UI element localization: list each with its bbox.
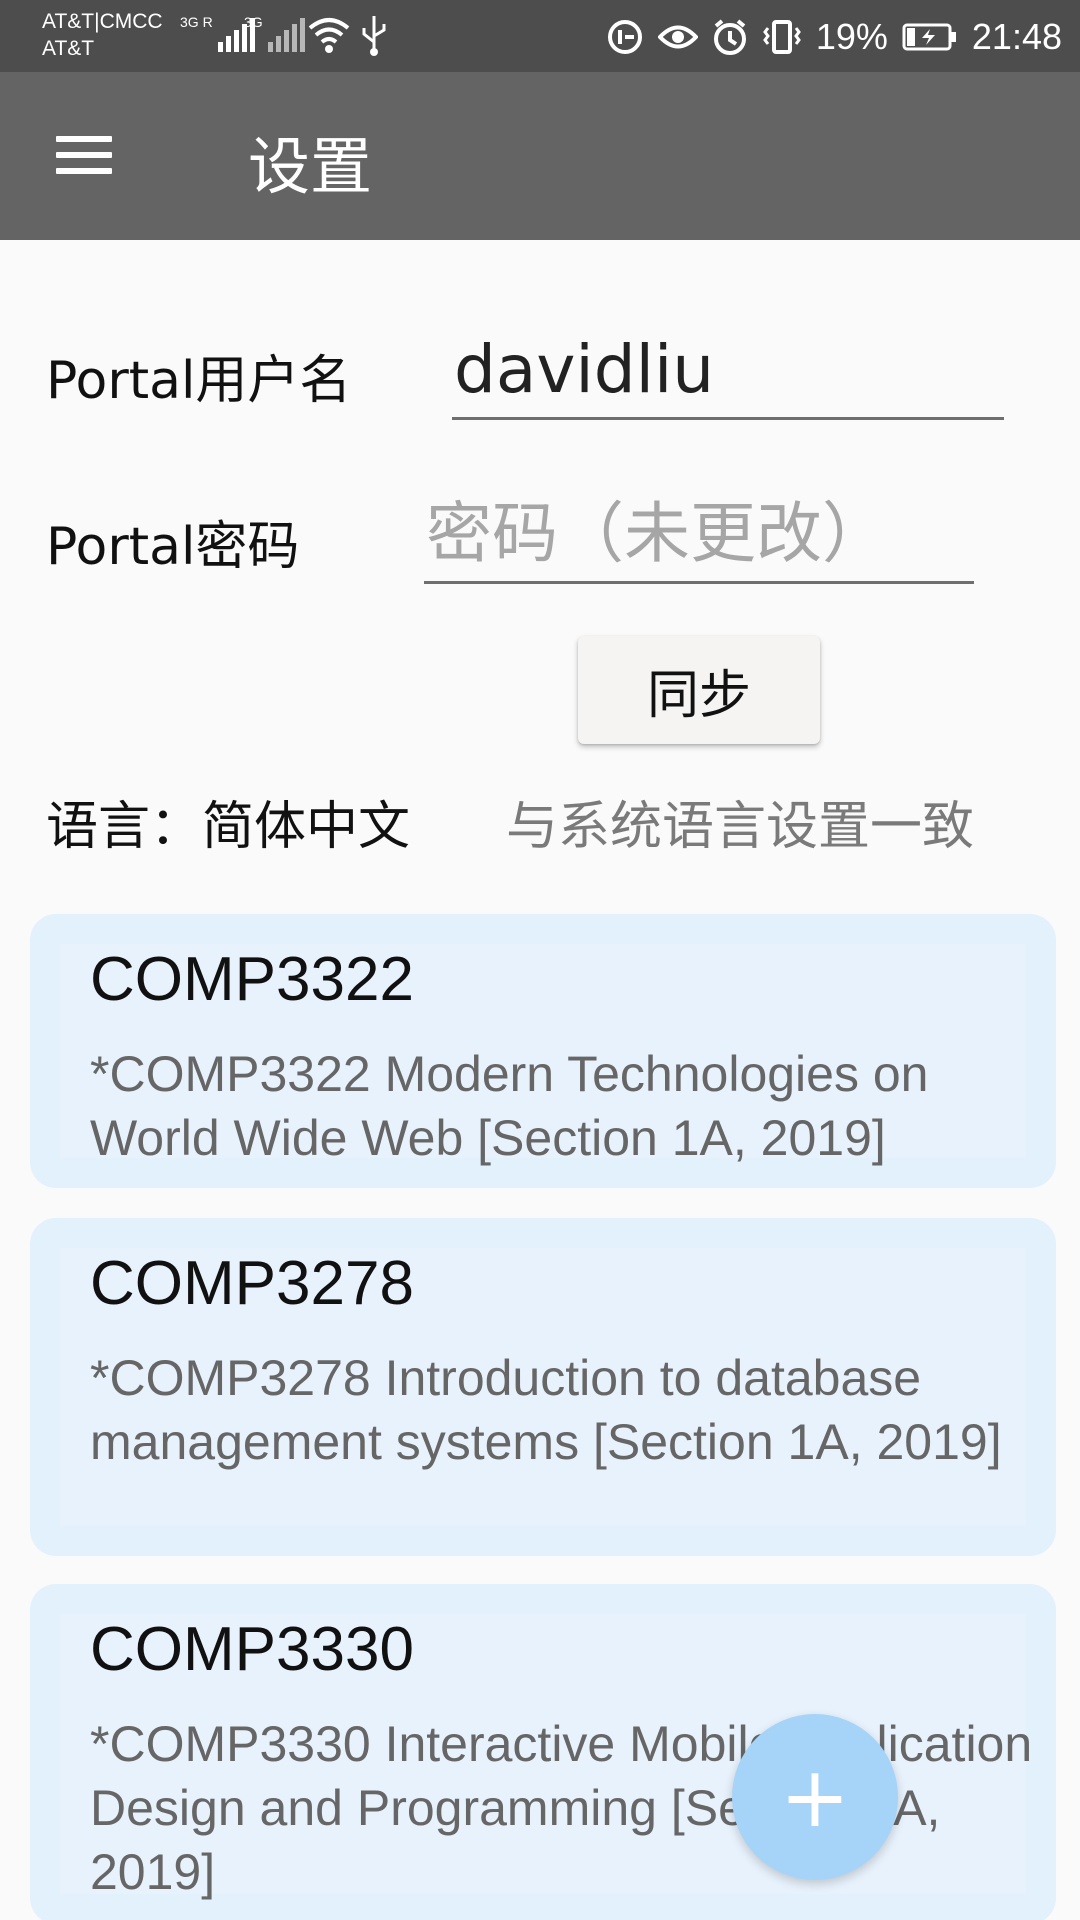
course-code: COMP3322 xyxy=(90,945,414,1014)
signal-icon: 3G xyxy=(244,14,305,52)
carrier-line-2: AT&T xyxy=(42,37,95,60)
hamburger-menu-icon[interactable] xyxy=(56,132,112,180)
password-label: Portal密码 xyxy=(46,517,300,577)
username-field[interactable] xyxy=(452,326,1004,420)
sync-button[interactable]: 同步 xyxy=(578,636,820,744)
data-saver-icon xyxy=(606,18,644,56)
status-bar: AT&T|CMCC AT&T 3G R 3G 19% 21:48 xyxy=(0,0,1080,72)
clock: 21:48 xyxy=(971,16,1062,57)
course-card[interactable]: COMP3278 *COMP3278 Introduction to datab… xyxy=(30,1218,1056,1556)
carrier-line-1: AT&T|CMCC xyxy=(42,10,163,33)
course-description: *COMP3322 Modern Technologies on World W… xyxy=(90,1046,929,1166)
username-label: Portal用户名 xyxy=(46,351,352,411)
plus-icon: + xyxy=(779,1748,851,1846)
app-bar: 设置 xyxy=(0,72,1080,240)
network-type-tag: 3G xyxy=(244,14,263,30)
eye-icon xyxy=(657,22,698,52)
course-card[interactable]: COMP3330 *COMP3330 Interactive Mobile Ap… xyxy=(30,1584,1056,1920)
add-course-button[interactable]: + xyxy=(732,1714,898,1880)
carrier-label: AT&T|CMCC AT&T xyxy=(42,8,163,62)
course-description: *COMP3330 Interactive Mobile Application… xyxy=(90,1716,1033,1900)
course-description: *COMP3278 Introduction to database manag… xyxy=(90,1350,1002,1470)
system-icons: 19% 21:48 xyxy=(606,14,1062,60)
network-type-tag: 3G R xyxy=(180,14,213,30)
vibrate-icon xyxy=(762,18,802,56)
password-field[interactable] xyxy=(424,490,974,584)
battery-charging-icon xyxy=(902,22,958,52)
course-card[interactable]: COMP3322 *COMP3322 Modern Technologies o… xyxy=(30,914,1056,1188)
course-code: COMP3330 xyxy=(90,1615,414,1684)
alarm-icon xyxy=(712,18,748,56)
language-hint: 与系统语言设置一致 xyxy=(506,797,975,857)
battery-percent: 19% xyxy=(815,16,888,57)
usb-icon xyxy=(360,14,388,60)
language-label[interactable]: 语言：简体中文 xyxy=(46,784,410,859)
page-title: 设置 xyxy=(248,130,373,203)
wifi-icon xyxy=(308,16,350,58)
course-code: COMP3278 xyxy=(90,1249,414,1318)
